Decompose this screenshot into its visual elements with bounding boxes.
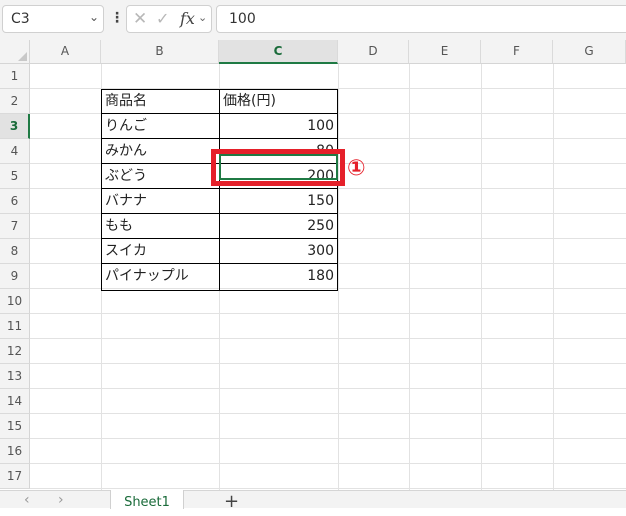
- grid-column-line: [481, 64, 482, 490]
- grid-column-line: [338, 64, 339, 490]
- column-header-g[interactable]: G: [553, 40, 626, 64]
- row-header-5[interactable]: 5: [0, 164, 30, 189]
- grid-column-line: [553, 64, 554, 490]
- row-header-12[interactable]: 12: [0, 339, 30, 364]
- enter-icon[interactable]: ✓: [156, 9, 169, 28]
- price-cell[interactable]: 250: [220, 214, 337, 239]
- grid-row-line: [30, 338, 626, 339]
- column-header-b[interactable]: B: [101, 40, 219, 64]
- price-cell[interactable]: 150: [220, 189, 337, 214]
- spreadsheet-grid[interactable]: A B C D E F G 1 2 3 4 5 6 7 8 9 10 11 12 13 14 15 16 17 商品名 価格(円…: [0, 40, 626, 490]
- highlight-box: [211, 149, 345, 186]
- grid-column-line: [409, 64, 410, 490]
- previous-sheet-icon[interactable]: ‹: [24, 493, 30, 507]
- select-all-triangle-icon: [18, 52, 27, 61]
- column-header-a[interactable]: A: [30, 40, 101, 64]
- product-name-cell[interactable]: バナナ: [102, 189, 219, 214]
- row-header-11[interactable]: 11: [0, 314, 30, 339]
- formula-input[interactable]: 100: [216, 5, 626, 33]
- chevron-down-icon[interactable]: ⌄: [198, 11, 207, 24]
- next-sheet-icon[interactable]: ›: [58, 493, 64, 507]
- grid-row-line: [30, 438, 626, 439]
- add-sheet-button[interactable]: +: [224, 493, 239, 511]
- product-name-cell[interactable]: みかん: [102, 139, 219, 164]
- price-cell[interactable]: 180: [220, 264, 337, 289]
- column-header-e[interactable]: E: [409, 40, 481, 64]
- row-header-2[interactable]: 2: [0, 89, 30, 114]
- row-header-6[interactable]: 6: [0, 189, 30, 214]
- product-name-cell[interactable]: ぶどう: [102, 164, 219, 189]
- row-header-15[interactable]: 15: [0, 414, 30, 439]
- formula-value: 100: [229, 11, 256, 27]
- row-header-13[interactable]: 13: [0, 364, 30, 389]
- grid-row-line: [30, 363, 626, 364]
- formula-actions: ✕ ✓ fx ⌄: [126, 5, 212, 33]
- row-header-9[interactable]: 9: [0, 264, 30, 289]
- row-header-16[interactable]: 16: [0, 439, 30, 464]
- product-name-cell[interactable]: もも: [102, 214, 219, 239]
- grid-row-line: [30, 463, 626, 464]
- row-header-14[interactable]: 14: [0, 389, 30, 414]
- more-options-icon[interactable]: ⋮: [110, 8, 124, 28]
- step-marker: ①: [347, 156, 366, 181]
- cancel-icon[interactable]: ✕: [133, 9, 147, 29]
- product-name-cell[interactable]: パイナップル: [102, 264, 219, 289]
- row-header-17[interactable]: 17: [0, 464, 30, 489]
- sheet-tab-bar: ‹ › Sheet1 +: [0, 490, 626, 511]
- grid-row-line: [30, 313, 626, 314]
- product-name-cell[interactable]: スイカ: [102, 239, 219, 264]
- grid-row-line: [30, 413, 626, 414]
- price-cell[interactable]: 100: [220, 114, 337, 139]
- row-header-10[interactable]: 10: [0, 289, 30, 314]
- product-name-cell[interactable]: りんご: [102, 114, 219, 139]
- row-header-4[interactable]: 4: [0, 139, 30, 164]
- price-cell[interactable]: 300: [220, 239, 337, 264]
- grid-row-line: [30, 388, 626, 389]
- formula-bar: C3 ⌄ ⋮ ✕ ✓ fx ⌄ 100: [0, 0, 626, 40]
- column-header-d[interactable]: D: [338, 40, 409, 64]
- table-header-price[interactable]: 価格(円): [220, 89, 337, 114]
- column-header-f[interactable]: F: [481, 40, 553, 64]
- sheet-tab-active[interactable]: Sheet1: [110, 490, 184, 510]
- name-box-value: C3: [11, 11, 30, 27]
- row-header-1[interactable]: 1: [0, 64, 30, 89]
- select-all-button[interactable]: [0, 40, 30, 64]
- chevron-down-icon[interactable]: ⌄: [89, 10, 99, 24]
- name-box[interactable]: C3 ⌄: [2, 5, 104, 33]
- row-header-3[interactable]: 3: [0, 114, 30, 139]
- column-header-c[interactable]: C: [219, 40, 338, 64]
- row-header-7[interactable]: 7: [0, 214, 30, 239]
- insert-function-icon[interactable]: fx: [180, 9, 195, 28]
- table-header-name[interactable]: 商品名: [102, 89, 219, 114]
- row-header-8[interactable]: 8: [0, 239, 30, 264]
- grid-row-line: [30, 488, 626, 489]
